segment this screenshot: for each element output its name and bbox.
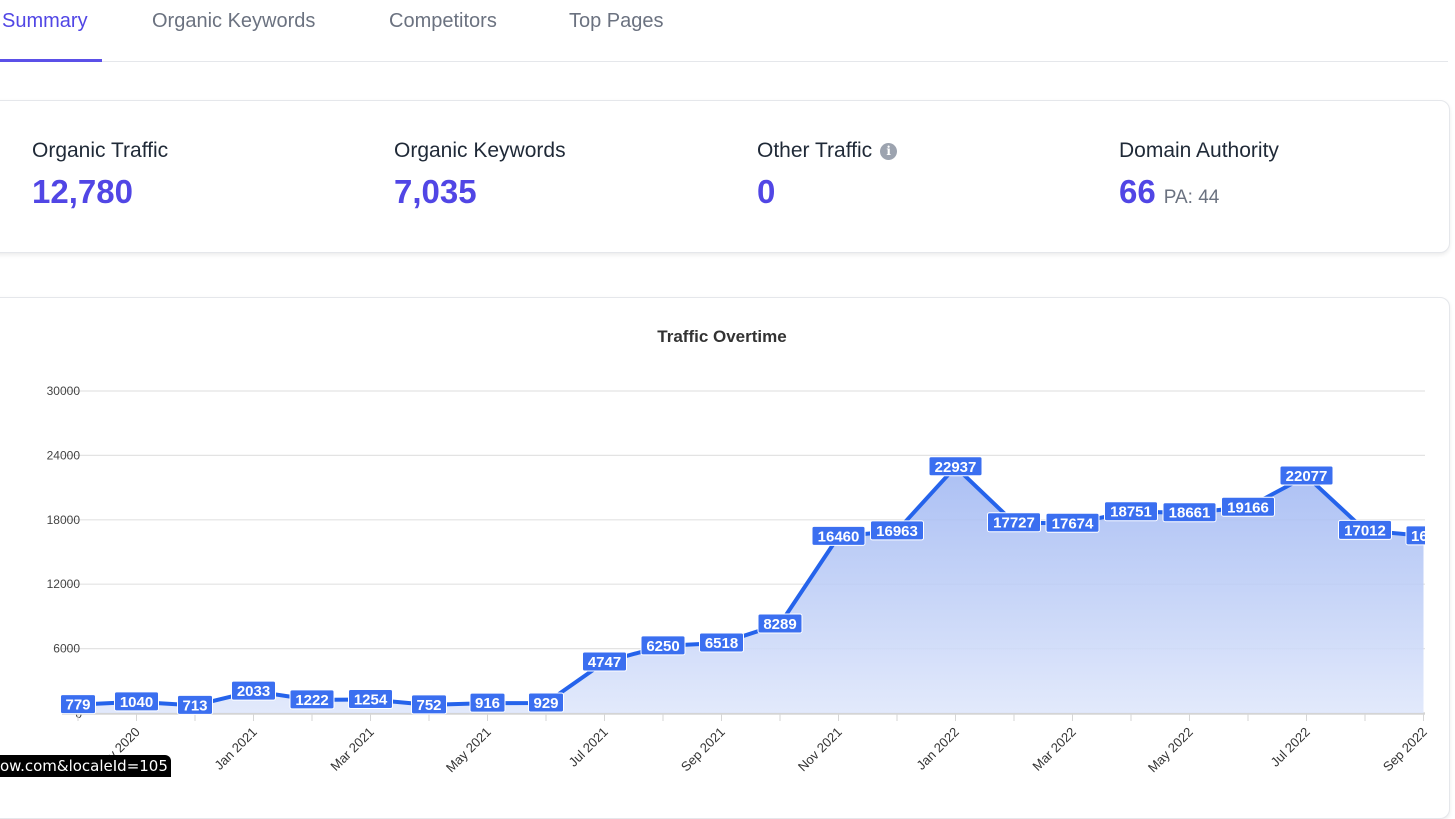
data-label-text: 2033 bbox=[237, 683, 270, 700]
data-label-text: 17012 bbox=[1344, 522, 1386, 539]
x-tick-label: Sep 2022 bbox=[1380, 724, 1430, 774]
status-bar-url: ow.com&localeId=105 bbox=[0, 755, 171, 777]
data-label-text: 779 bbox=[65, 697, 90, 714]
data-label: 1254 bbox=[348, 689, 393, 710]
x-tick-label: Jul 2021 bbox=[565, 724, 610, 769]
data-label-text: 1254 bbox=[354, 692, 388, 709]
data-label-text: 22937 bbox=[935, 459, 977, 476]
data-label: 6518 bbox=[699, 632, 744, 653]
data-label: 779 bbox=[60, 694, 96, 715]
data-label-text: 1040 bbox=[120, 694, 153, 711]
data-label-text: 22077 bbox=[1286, 468, 1328, 485]
data-label-text: 752 bbox=[416, 697, 441, 714]
data-label-text: 16460 bbox=[818, 528, 860, 545]
x-tick-label: Nov 2021 bbox=[795, 724, 845, 774]
x-tick-label: Jan 2022 bbox=[913, 724, 961, 772]
data-label: 22937 bbox=[928, 456, 983, 477]
data-label: 17012 bbox=[1338, 519, 1392, 540]
data-label-text: 6518 bbox=[705, 635, 738, 652]
x-tick-label: Mar 2022 bbox=[1029, 724, 1078, 773]
data-label: 929 bbox=[528, 692, 564, 713]
y-tick-label: 18000 bbox=[47, 513, 81, 527]
data-label: 18751 bbox=[1104, 501, 1158, 522]
x-tick-label: May 2022 bbox=[1145, 724, 1196, 775]
data-label: 16460 bbox=[811, 525, 866, 546]
data-label-text: 929 bbox=[533, 695, 558, 712]
x-tick-label: Jan 2021 bbox=[211, 724, 259, 772]
data-label: 6250 bbox=[640, 635, 686, 656]
data-label: 2033 bbox=[231, 680, 276, 701]
data-label: 22077 bbox=[1279, 465, 1334, 486]
data-label: 19166 bbox=[1221, 496, 1275, 517]
data-label-text: 165 bbox=[1411, 528, 1436, 545]
x-tick-label: May 2021 bbox=[443, 724, 494, 775]
chart-title: Traffic Overtime bbox=[657, 327, 786, 346]
data-label: 18661 bbox=[1162, 502, 1217, 523]
data-label: 165 bbox=[1405, 525, 1436, 546]
data-label-text: 19166 bbox=[1227, 499, 1269, 516]
data-label-text: 916 bbox=[475, 695, 500, 712]
data-label: 17727 bbox=[987, 512, 1041, 533]
data-label-text: 6250 bbox=[646, 638, 679, 655]
data-label: 8289 bbox=[757, 613, 803, 634]
data-label-text: 8289 bbox=[763, 616, 796, 633]
y-tick-label: 6000 bbox=[53, 642, 80, 656]
x-tick-label: Jul 2022 bbox=[1267, 724, 1312, 769]
data-label: 4747 bbox=[582, 651, 627, 672]
data-label: 16963 bbox=[870, 520, 924, 541]
data-label-text: 18751 bbox=[1110, 504, 1152, 521]
data-label-text: 17727 bbox=[993, 515, 1035, 532]
data-label-text: 1222 bbox=[295, 692, 328, 709]
data-label-text: 17674 bbox=[1052, 515, 1094, 532]
data-label-text: 713 bbox=[182, 697, 207, 714]
traffic-chart: Traffic Overtime 06000120001800024000300… bbox=[47, 327, 1436, 775]
y-tick-label: 30000 bbox=[47, 384, 81, 398]
data-label: 916 bbox=[469, 692, 506, 713]
data-label: 713 bbox=[177, 694, 213, 715]
x-tick-label: Mar 2021 bbox=[327, 724, 376, 773]
data-label: 1222 bbox=[289, 689, 335, 710]
data-label: 752 bbox=[411, 694, 447, 715]
x-tick-label: Sep 2021 bbox=[678, 724, 728, 774]
y-tick-label: 24000 bbox=[47, 448, 81, 462]
data-label-text: 4747 bbox=[588, 654, 621, 671]
data-label: 17674 bbox=[1045, 512, 1100, 533]
data-label-text: 16963 bbox=[876, 523, 918, 540]
data-label-text: 18661 bbox=[1169, 505, 1211, 522]
data-label: 1040 bbox=[114, 691, 159, 712]
y-tick-label: 12000 bbox=[47, 577, 81, 591]
